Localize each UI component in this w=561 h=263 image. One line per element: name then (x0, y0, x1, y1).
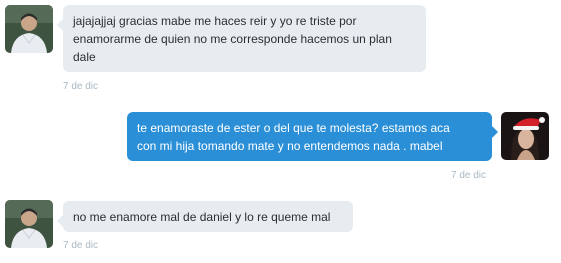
message-timestamp: 7 de dic (63, 240, 99, 251)
message-text-line: no me enamore mal de daniel y lo re quem… (73, 210, 331, 224)
message-incoming: no me enamore mal de daniel y lo re quem… (0, 0, 561, 263)
user-avatar-icon[interactable] (5, 200, 53, 248)
message-bubble: no me enamore mal de daniel y lo re quem… (57, 201, 353, 232)
